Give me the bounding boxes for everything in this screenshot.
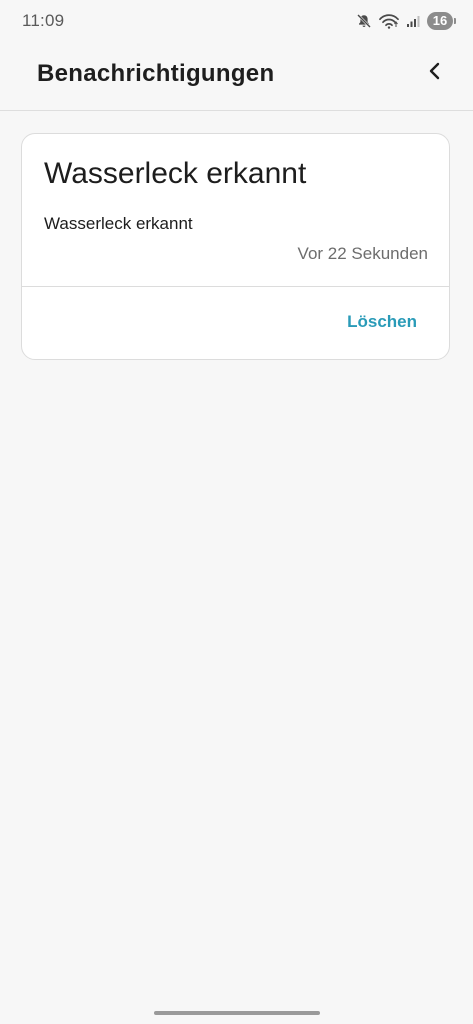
app-bar: Benachrichtigungen bbox=[0, 40, 473, 111]
card-divider bbox=[22, 286, 449, 287]
notification-timestamp: Vor 22 Sekunden bbox=[297, 244, 428, 263]
mute-icon bbox=[356, 13, 372, 29]
battery-badge: 16 bbox=[427, 12, 456, 30]
delete-button[interactable]: Löschen bbox=[347, 312, 417, 332]
home-indicator[interactable] bbox=[154, 1011, 320, 1015]
notification-title: Wasserleck erkannt bbox=[44, 157, 307, 190]
signal-icon bbox=[406, 14, 420, 28]
page-title: Benachrichtigungen bbox=[37, 60, 275, 87]
chevron-left-icon bbox=[428, 62, 442, 85]
screen: 11:09 16 Benachrichtigungen Wasserleck e… bbox=[0, 0, 473, 1024]
notification-card: Wasserleck erkannt Wasserleck erkannt Vo… bbox=[21, 133, 450, 360]
status-icons: 16 bbox=[356, 10, 456, 32]
status-bar: 11:09 16 bbox=[0, 0, 473, 40]
status-time: 11:09 bbox=[22, 11, 65, 30]
notification-body: Wasserleck erkannt bbox=[44, 214, 193, 233]
wifi-icon bbox=[379, 13, 399, 29]
back-button[interactable] bbox=[419, 57, 451, 89]
